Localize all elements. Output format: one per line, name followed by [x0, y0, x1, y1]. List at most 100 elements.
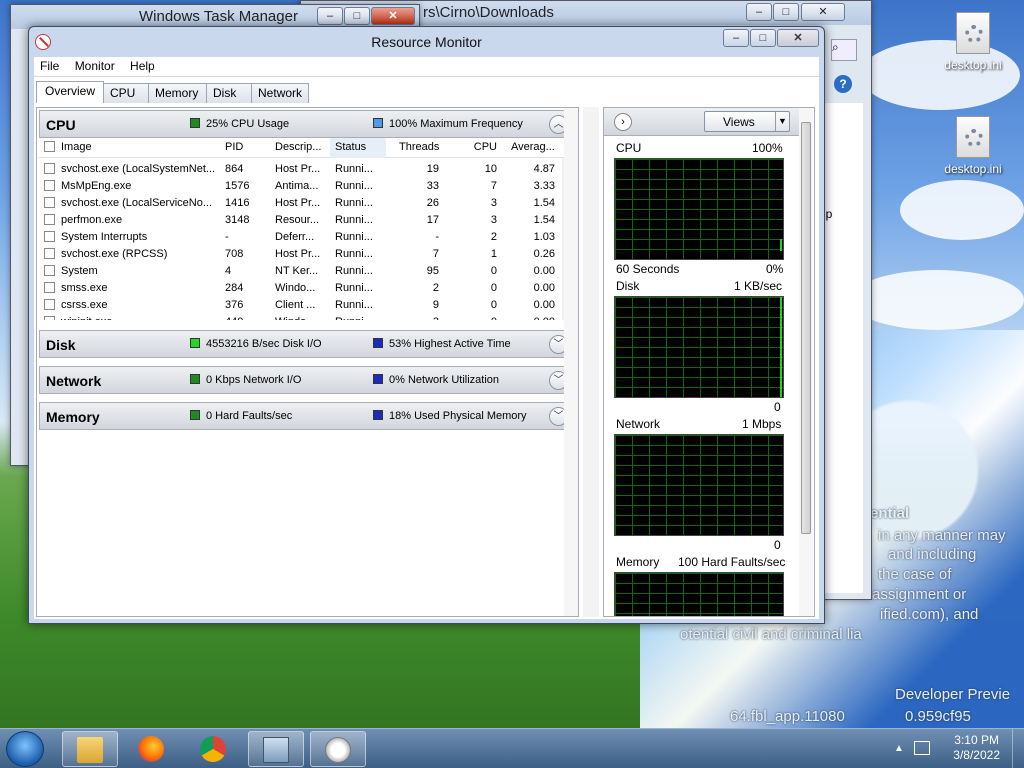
process-image: wininit.exe [61, 316, 221, 320]
graphs-scrollbar[interactable] [799, 108, 813, 616]
table-row[interactable]: perfmon.exe 3148 Resour... Runni... 17 3 1.54 [39, 211, 563, 228]
start-button[interactable] [6, 731, 44, 767]
row-checkbox[interactable] [44, 316, 55, 320]
tab-cpu[interactable]: CPU [103, 83, 150, 103]
table-row[interactable]: svchost.exe (LocalServiceNo... 1416 Host P… [39, 194, 563, 211]
cpu-frequency-swatch [373, 118, 383, 128]
taskbar-firefox[interactable] [124, 731, 180, 767]
process-average-cpu: 4.87 [533, 163, 555, 175]
cpu-section-header[interactable]: CPU 25% CPU Usage 100% Maximum Frequency… [39, 110, 577, 138]
col-average[interactable]: Averag... [511, 141, 555, 153]
table-row[interactable]: csrss.exe 376 Client ... Runni... 9 0 0.00 [39, 296, 563, 313]
close-button[interactable]: ✕ [777, 29, 819, 47]
tab-disk[interactable]: Disk [206, 83, 253, 103]
pane-scrollbar[interactable] [564, 108, 578, 616]
table-row[interactable]: smss.exe 284 Windo... Runni... 2 0 0.00 [39, 279, 563, 296]
minimize-button[interactable]: – [723, 29, 749, 47]
show-hidden-icons-icon[interactable]: ▲ [894, 743, 904, 754]
col-cpu[interactable]: CPU [459, 141, 497, 153]
help-icon[interactable]: ? [834, 75, 852, 93]
menu-file[interactable]: File [34, 57, 65, 75]
row-checkbox[interactable] [44, 265, 55, 276]
row-checkbox[interactable] [44, 299, 55, 310]
views-button[interactable]: Views ▼ [704, 111, 790, 132]
process-pid: 440 [225, 316, 265, 320]
desktop-icon[interactable]: desktop.ini [938, 12, 1008, 72]
tab-overview[interactable]: Overview [36, 81, 105, 103]
taskbar-resource-monitor[interactable] [310, 731, 366, 767]
col-pid[interactable]: PID [225, 141, 243, 153]
menu-monitor[interactable]: Monitor [69, 57, 121, 75]
process-status: Runni... [335, 248, 373, 260]
network-io-text: 0 Kbps Network I/O [206, 374, 302, 386]
wallpaper-text: the case of [878, 566, 952, 583]
table-header: Image PID Descrip... Status Threads CPU … [39, 138, 577, 158]
table-row[interactable]: wininit.exe 440 Windo... Runni... 3 0 0.00 [39, 313, 563, 320]
resource-monitor-window[interactable]: Resource Monitor – □ ✕ File Monitor Help… [28, 26, 825, 624]
row-checkbox[interactable] [44, 214, 55, 225]
row-checkbox[interactable] [44, 282, 55, 293]
process-threads: 2 [432, 282, 439, 294]
process-cpu: 0 [459, 316, 497, 320]
memory-section-header[interactable]: Memory 0 Hard Faults/sec 18% Used Physic… [39, 402, 577, 430]
scrollbar-thumb[interactable] [801, 122, 811, 534]
taskbar-chrome[interactable] [186, 731, 242, 767]
minimize-button[interactable]: – [317, 7, 343, 25]
process-description: Deferr... [275, 231, 315, 243]
table-row[interactable]: svchost.exe (LocalSystemNet... 864 Host Pr… [39, 160, 563, 177]
process-average-cpu: 1.03 [533, 231, 555, 243]
maximize-button[interactable]: □ [344, 7, 370, 25]
disk-section-header[interactable]: Disk 4553216 B/sec Disk I/O 53% Highest … [39, 330, 577, 358]
search-icon[interactable]: ⌕ [831, 39, 857, 61]
row-checkbox[interactable] [44, 248, 55, 259]
process-pid: 376 [225, 299, 244, 311]
process-description: Host Pr... [275, 163, 321, 175]
process-average-cpu: 1.54 [533, 214, 555, 226]
row-checkbox[interactable] [44, 163, 55, 174]
maximize-button[interactable]: □ [773, 3, 799, 21]
clock[interactable]: 3:10 PM 3/8/2022 [953, 733, 1000, 763]
process-description: Antima... [275, 180, 319, 192]
tab-network[interactable]: Network [251, 83, 310, 103]
process-description: Windo... [275, 316, 327, 320]
table-row[interactable]: System 4 NT Ker... Runni... 95 0 0.00 [39, 262, 563, 279]
memory-graph-label: Memory [616, 555, 660, 569]
menu-help[interactable]: Help [124, 57, 161, 75]
network-tray-icon[interactable] [914, 741, 930, 755]
title-bar[interactable]: Resource Monitor – □ ✕ [29, 27, 824, 57]
table-row[interactable]: MsMpEng.exe 1576 Antima... Runni... 33 7 3.33 [39, 177, 563, 194]
gear-icon [965, 129, 983, 147]
graphs-header: › Views ▼ [604, 108, 800, 136]
wallpaper-text: otential civil and criminal lia [680, 626, 862, 643]
desktop-icon[interactable]: desktop.ini [938, 116, 1008, 176]
col-description[interactable]: Descrip... [275, 141, 321, 153]
process-cpu: 1 [490, 248, 497, 260]
network-section-header[interactable]: Network 0 Kbps Network I/O 0% Network Ut… [39, 366, 577, 394]
tab-memory[interactable]: Memory [148, 83, 208, 103]
close-button[interactable]: ✕ [371, 7, 415, 25]
col-threads[interactable]: Threads [399, 141, 439, 153]
close-button[interactable]: ✕ [801, 3, 845, 21]
process-pid: 1416 [225, 197, 250, 209]
row-checkbox[interactable] [44, 231, 55, 242]
table-row[interactable]: svchost.exe (RPCSS) 708 Host Pr... Runni...… [39, 245, 563, 262]
minimize-button[interactable]: – [746, 3, 772, 21]
tab-strip: Overview CPU Memory Disk Network [36, 81, 310, 103]
select-all-checkbox[interactable] [44, 141, 55, 152]
overview-pane: CPU 25% CPU Usage 100% Maximum Frequency… [36, 107, 579, 617]
disk-graph [614, 296, 784, 398]
col-status[interactable]: Status [330, 138, 386, 158]
splitter[interactable] [583, 107, 599, 617]
taskbar-explorer[interactable] [62, 731, 118, 767]
chevron-right-icon[interactable]: › [614, 113, 632, 131]
process-description: Resour... [275, 214, 320, 226]
row-checkbox[interactable] [44, 197, 55, 208]
disk-graph-max: 1 KB/sec [734, 279, 783, 293]
show-desktop-button[interactable] [1012, 729, 1024, 768]
col-image[interactable]: Image [61, 141, 92, 153]
taskbar-task-manager[interactable] [248, 731, 304, 767]
maximize-button[interactable]: □ [750, 29, 776, 47]
row-checkbox[interactable] [44, 180, 55, 191]
network-util-stat: 0% Network Utilization [373, 374, 499, 386]
table-row[interactable]: System Interrupts - Deferr... Runni... - 2 1.0… [39, 228, 563, 245]
